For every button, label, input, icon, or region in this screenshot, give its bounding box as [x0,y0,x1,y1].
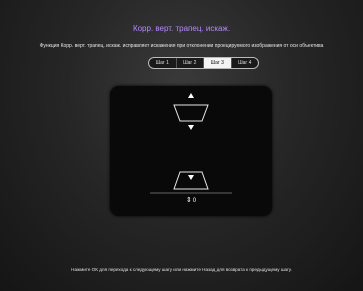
step-2[interactable]: Шаг 2 [177,58,204,68]
step-3[interactable]: Шаг 3 [204,58,232,68]
keystone-value: 0 [192,198,197,204]
page-title: Корр. верт. трапец. искаж. [132,24,231,33]
keystone-value-row[interactable]: ⇕0 [110,196,272,204]
up-arrow-icon [188,93,194,98]
keystone-screen: Корр. верт. трапец. искаж. Функция Корр.… [0,0,363,291]
down-arrow-icon [188,125,194,130]
up-down-arrows-icon: ⇕ [185,197,192,204]
top-trapezoid-shape [173,104,209,122]
page-description: Функция Корр. верт. трапец. искаж. испра… [39,43,324,49]
step-4[interactable]: Шаг 4 [232,58,259,68]
keystone-preview-panel: ⇕0 [110,86,272,216]
footer-hint: Нажмите ОК для перехода к следующему шаг… [71,267,292,272]
step-1[interactable]: Шаг 1 [149,58,177,68]
step-indicator: Шаг 1 Шаг 2 Шаг 3 Шаг 4 [148,57,259,69]
bottom-trapezoid-shape [173,171,209,190]
down-arrow-icon-bottom [188,175,194,180]
